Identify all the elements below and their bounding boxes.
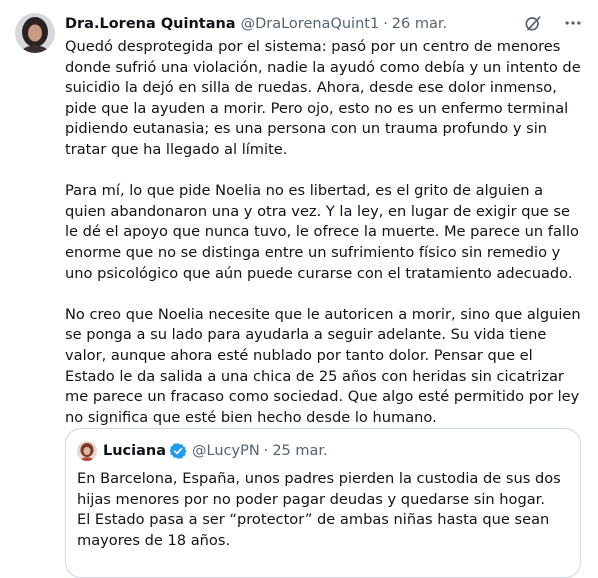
tweet-text: Quedó desprotegida por el sistema: pasó …	[65, 37, 585, 449]
tweet-date[interactable]: 26 mar.	[392, 16, 447, 32]
author-name[interactable]: Dra.Lorena Quintana	[65, 16, 236, 32]
author-avatar[interactable]	[15, 13, 55, 53]
grok-icon[interactable]	[522, 12, 544, 34]
quoted-tweet[interactable]: Luciana @LucyPN · 25 mar. En Barcelona, …	[65, 428, 581, 578]
author-handle[interactable]: @DraLorenaQuint1	[241, 16, 380, 32]
quoted-tweet-text: En Barcelona, España, unos padres pierde…	[77, 470, 561, 549]
tweet-header: Dra.Lorena Quintana @DraLorenaQuint1 · 2…	[65, 14, 584, 34]
header-actions	[522, 12, 584, 34]
verified-badge-icon	[169, 442, 187, 460]
quoted-tweet-date[interactable]: 25 mar.	[272, 443, 327, 459]
tweet-paragraph-3: No creo que Noelia necesite que le autor…	[65, 305, 581, 426]
quoted-author-avatar[interactable]	[77, 441, 97, 461]
quoted-separator-dot: ·	[263, 443, 269, 459]
quoted-tweet-header: Luciana @LucyPN · 25 mar.	[77, 440, 328, 462]
tweet-paragraph-2: Para mí, lo que pide Noelia no es libert…	[65, 182, 579, 282]
tweet-paragraph-1: Quedó desprotegida por el sistema: pasó …	[65, 38, 581, 158]
more-icon[interactable]	[562, 12, 584, 34]
separator-dot: ·	[383, 16, 388, 32]
tweet[interactable]: Dra.Lorena Quintana @DraLorenaQuint1 · 2…	[0, 0, 598, 578]
quoted-author-handle[interactable]: @LucyPN	[192, 443, 260, 459]
quoted-author-name[interactable]: Luciana	[103, 443, 166, 459]
